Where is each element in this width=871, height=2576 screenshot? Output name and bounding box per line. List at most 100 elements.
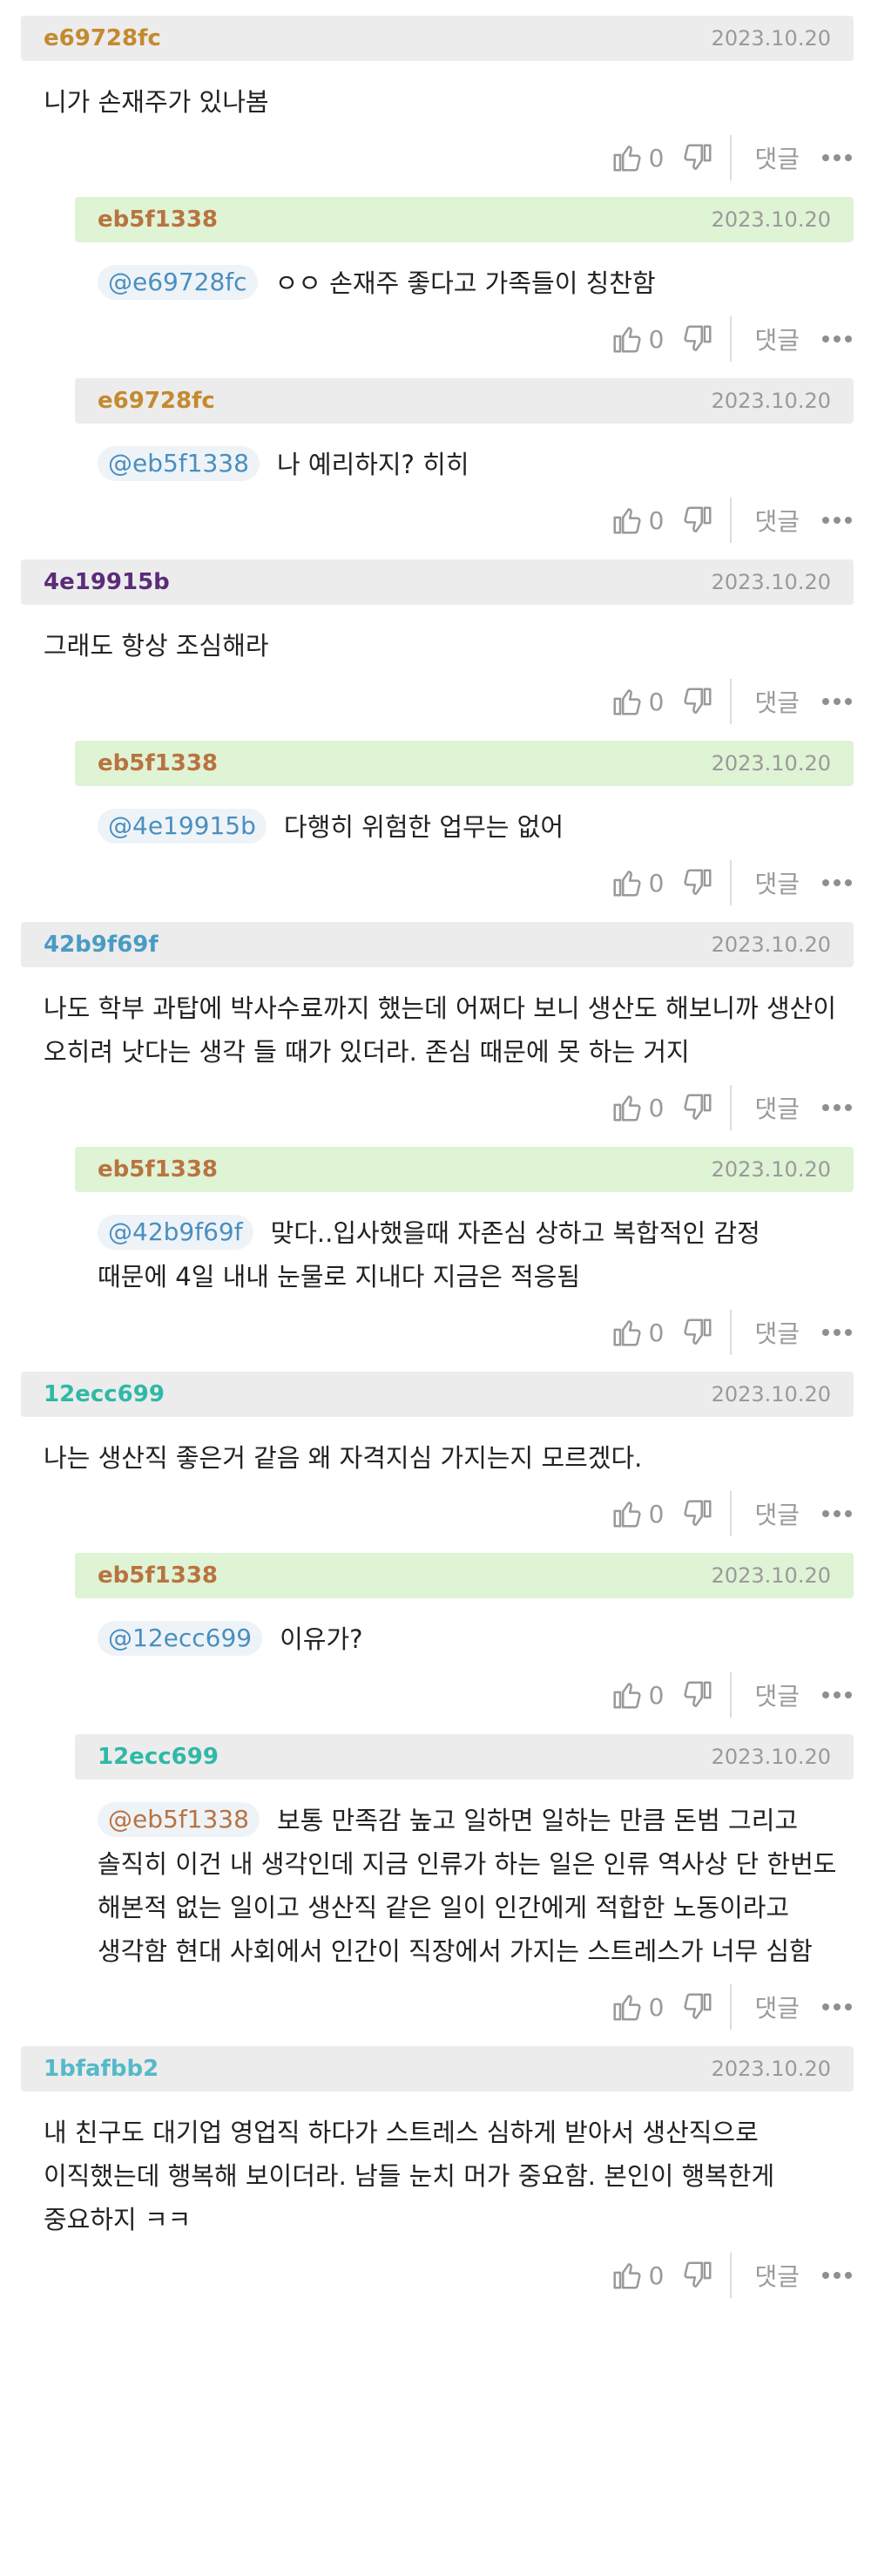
like-button[interactable]: 0	[611, 685, 664, 718]
mention-tag[interactable]: @e69728fc	[98, 265, 258, 300]
like-button[interactable]: 0	[611, 1497, 665, 1530]
comment-list: e69728fc 2023.10.20 니가 손재주가 있나봄 0 댓글 eb5…	[0, 0, 871, 2302]
reply-button[interactable]: 댓글	[754, 2258, 800, 2293]
thumbs-up-icon	[613, 1502, 641, 1528]
comment-author[interactable]: 42b9f69f	[44, 932, 159, 958]
comment-text-content: 내 친구도 대기업 영업직 하다가 스트레스 심하게 받아서 생산직으로 이직했…	[44, 2118, 775, 2234]
more-options-icon[interactable]	[822, 2272, 852, 2279]
comment: e69728fc 2023.10.20 니가 손재주가 있나봄 0 댓글	[21, 16, 854, 185]
reply-button[interactable]: 댓글	[754, 1496, 800, 1531]
divider	[730, 316, 733, 362]
thumbs-up-icon	[613, 689, 641, 715]
more-options-icon[interactable]	[822, 698, 852, 705]
comment-header: eb5f1338 2023.10.20	[75, 1147, 854, 1192]
more-options-icon[interactable]	[822, 1104, 852, 1111]
comment-text: @e69728fc ㅇㅇ 손재주 좋다고 가족들이 칭찬함	[75, 242, 854, 312]
like-button[interactable]: 0	[611, 504, 664, 537]
comment-author[interactable]: 1bfafbb2	[44, 2056, 159, 2082]
more-options-icon[interactable]	[822, 1510, 852, 1517]
like-button[interactable]: 0	[611, 1316, 664, 1349]
comment: 42b9f69f 2023.10.20 나도 학부 과탑에 박사수료까지 했는데…	[21, 922, 854, 1135]
comment-header: 4e19915b 2023.10.20	[21, 559, 854, 605]
comment-date: 2023.10.20	[711, 26, 831, 51]
more-options-icon[interactable]	[822, 879, 852, 886]
reply-button[interactable]: 댓글	[754, 865, 800, 900]
dislike-button[interactable]	[681, 1678, 714, 1712]
dislike-button[interactable]	[681, 1091, 714, 1124]
reply-button[interactable]: 댓글	[754, 684, 800, 719]
comment-text: 그래도 항상 조심해라	[21, 605, 854, 675]
comment-header: 1bfafbb2 2023.10.20	[21, 2046, 854, 2091]
comment-actions: 0 댓글	[75, 1305, 854, 1359]
comment-date: 2023.10.20	[711, 207, 831, 232]
more-options-icon[interactable]	[822, 336, 852, 342]
reply-button[interactable]: 댓글	[754, 1090, 800, 1125]
like-button[interactable]: 0	[611, 866, 664, 899]
thumbs-down-icon	[684, 1319, 712, 1345]
dislike-button[interactable]	[681, 2259, 714, 2292]
comment-author[interactable]: eb5f1338	[98, 1563, 218, 1589]
reply-comment: eb5f1338 2023.10.20 @4e19915b 다행히 위험한 업무는…	[75, 741, 854, 910]
reply-button[interactable]: 댓글	[754, 322, 800, 356]
like-count: 0	[648, 1499, 665, 1529]
dislike-button[interactable]	[681, 1316, 714, 1349]
reply-button[interactable]: 댓글	[754, 1678, 800, 1712]
more-options-icon[interactable]	[822, 1329, 852, 1336]
dislike-button[interactable]	[681, 504, 714, 537]
like-button[interactable]: 0	[611, 1678, 665, 1712]
like-button[interactable]: 0	[611, 1091, 665, 1124]
mention-tag[interactable]: @eb5f1338	[98, 446, 260, 481]
dislike-button[interactable]	[681, 685, 714, 718]
comment-header: e69728fc 2023.10.20	[21, 16, 854, 61]
comment-author[interactable]: eb5f1338	[98, 1156, 218, 1183]
mention-tag[interactable]: @12ecc699	[98, 1621, 263, 1656]
dislike-button[interactable]	[681, 866, 714, 899]
comment-author[interactable]: eb5f1338	[98, 750, 218, 776]
more-options-icon[interactable]	[822, 2003, 852, 2010]
thumbs-up-icon	[613, 2263, 641, 2289]
like-count: 0	[648, 1680, 665, 1710]
comment-actions: 0 댓글	[75, 493, 854, 547]
comment-author[interactable]: eb5f1338	[98, 207, 218, 233]
like-count: 0	[648, 1093, 665, 1122]
dislike-button[interactable]	[681, 322, 714, 356]
dislike-button[interactable]	[681, 141, 714, 174]
more-options-icon[interactable]	[822, 154, 852, 161]
like-button[interactable]: 0	[611, 1990, 664, 2024]
mention-tag[interactable]: @4e19915b	[98, 809, 267, 844]
mention-tag[interactable]: @42b9f69f	[98, 1215, 253, 1250]
comment-author[interactable]: 12ecc699	[44, 1381, 165, 1407]
reply-button[interactable]: 댓글	[754, 140, 800, 175]
more-options-icon[interactable]	[822, 517, 852, 524]
dislike-button[interactable]	[681, 1497, 714, 1530]
like-button[interactable]: 0	[611, 141, 664, 174]
mention-tag[interactable]: @eb5f1338	[98, 1802, 260, 1837]
divider	[730, 1984, 733, 2030]
comment-header: e69728fc 2023.10.20	[75, 378, 854, 424]
like-button[interactable]: 0	[611, 2259, 664, 2292]
more-options-icon[interactable]	[822, 1691, 852, 1698]
like-button[interactable]: 0	[611, 322, 664, 356]
thumbs-up-icon	[613, 1683, 641, 1709]
comment-header: eb5f1338 2023.10.20	[75, 197, 854, 242]
comment-text-content: 그래도 항상 조심해라	[44, 631, 269, 661]
reply-button[interactable]: 댓글	[754, 1990, 800, 2024]
comment-text: 나는 생산직 좋은거 같음 왜 자격지심 가지는지 모르겠다.	[21, 1417, 854, 1487]
thumbs-up-icon	[613, 1320, 641, 1346]
comment-actions: 0 댓글	[75, 856, 854, 910]
divider	[730, 679, 733, 724]
comment-actions: 0 댓글	[75, 1668, 854, 1722]
divider	[730, 1085, 733, 1130]
comment-author[interactable]: 12ecc699	[98, 1744, 219, 1770]
comment-author[interactable]: e69728fc	[44, 25, 161, 51]
comment-text: 나도 학부 과탑에 박사수료까지 했는데 어쩌다 보니 생산도 해보니까 생산이…	[21, 967, 854, 1081]
thumbs-down-icon	[684, 506, 712, 532]
comment-author[interactable]: 4e19915b	[44, 569, 170, 595]
dislike-button[interactable]	[681, 1990, 714, 2024]
thumbs-up-icon	[613, 1995, 641, 2021]
comment-date: 2023.10.20	[711, 1157, 831, 1182]
comment-author[interactable]: e69728fc	[98, 388, 215, 414]
comment-text-content: 나도 학부 과탑에 박사수료까지 했는데 어쩌다 보니 생산도 해보니까 생산이…	[44, 993, 837, 1067]
reply-button[interactable]: 댓글	[754, 503, 800, 538]
reply-button[interactable]: 댓글	[754, 1315, 800, 1350]
